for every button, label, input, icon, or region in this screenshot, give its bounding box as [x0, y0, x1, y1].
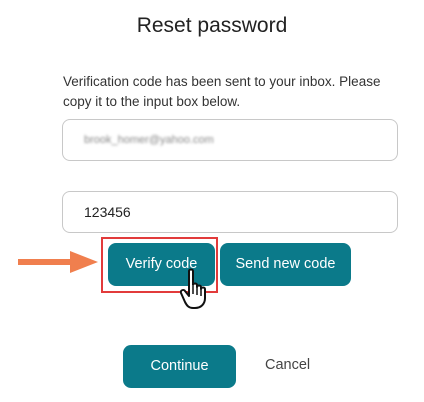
instruction-text: Verification code has been sent to your … — [63, 74, 381, 109]
email-field[interactable]: brook_homer@yahoo.com — [62, 119, 398, 161]
verification-code-input[interactable]: 123456 — [62, 191, 398, 233]
hand-pointer-icon — [180, 268, 206, 309]
page-title: Reset password — [136, 14, 288, 37]
reset-password-page: Reset password Verification code has bee… — [0, 0, 424, 402]
email-value: brook_homer@yahoo.com — [84, 134, 214, 146]
send-new-code-button[interactable]: Send new code — [220, 243, 351, 286]
continue-button[interactable]: Continue — [123, 345, 236, 388]
cancel-link[interactable]: Cancel — [265, 357, 310, 373]
arrow-right-icon — [18, 251, 98, 273]
verification-code-value: 123456 — [84, 204, 131, 220]
